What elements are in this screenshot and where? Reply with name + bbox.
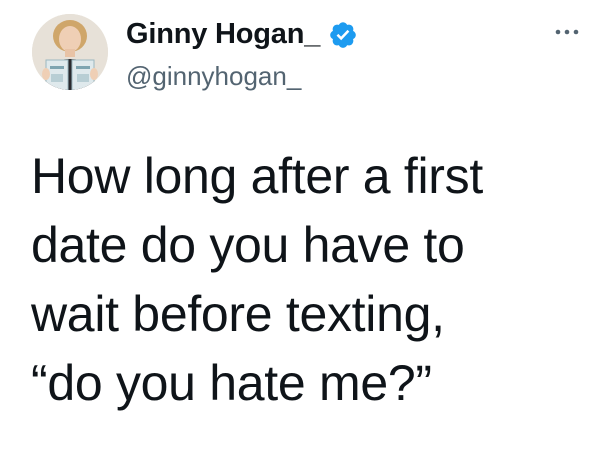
author-handle[interactable]: @ginnyhogan_ [126, 61, 301, 92]
more-options-icon[interactable] [552, 22, 582, 42]
author-name-row: Ginny Hogan_ [126, 18, 358, 51]
avatar[interactable] [32, 14, 108, 90]
author-display-name[interactable]: Ginny Hogan_ [126, 18, 320, 51]
tweet-text: How long after a first date do you have … [31, 148, 483, 411]
tweet-card: Ginny Hogan_ @ginnyhogan_ How long after… [0, 0, 600, 469]
verified-badge-icon [330, 21, 356, 48]
avatar-photo [32, 14, 108, 90]
